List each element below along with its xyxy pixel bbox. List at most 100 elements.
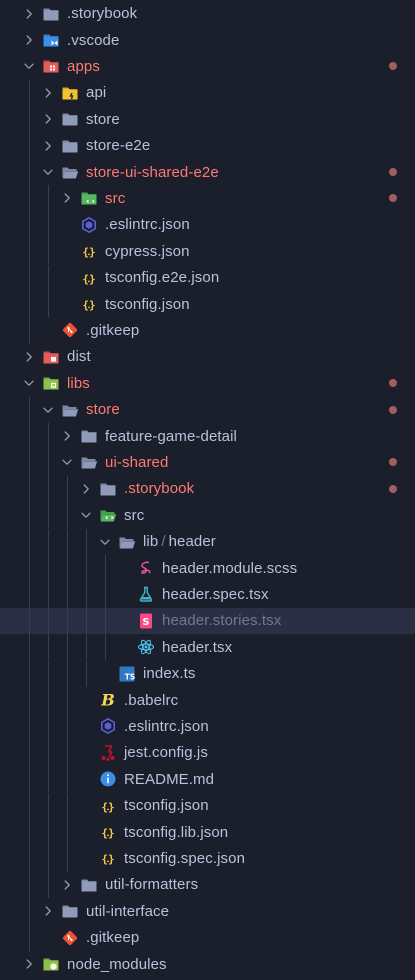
chevron-right-icon[interactable]: [60, 429, 74, 443]
indent-guide: [48, 238, 49, 265]
folder-row-src[interactable]: src: [0, 502, 415, 529]
json-icon: {}: [99, 849, 117, 867]
indent-guide: [86, 634, 87, 661]
indent-guide: [105, 634, 106, 661]
folder-row-src[interactable]: src: [0, 185, 415, 212]
file-row-gitkeep[interactable]: .gitkeep: [0, 317, 415, 344]
chevron-down-icon[interactable]: [22, 59, 36, 73]
indent-guide: [29, 660, 30, 687]
file-row-tsconfig-lib-json[interactable]: {} tsconfig.lib.json: [0, 818, 415, 846]
indent-guide: [48, 766, 49, 793]
folder-row-util-formatters[interactable]: util-formatters: [0, 871, 415, 899]
chevron-right-icon[interactable]: [41, 86, 55, 100]
file-row-babelrc[interactable]: B .babelrc: [0, 686, 415, 714]
folder-row-store[interactable]: store: [0, 396, 415, 423]
chevron-down-icon[interactable]: [60, 455, 74, 469]
folder-row-api[interactable]: api: [0, 79, 415, 107]
folder-vscode-icon: [42, 31, 60, 49]
chevron-down-icon[interactable]: [79, 508, 93, 522]
indent-guide: [29, 238, 30, 265]
file-row-header-stories-tsx[interactable]: Sheader.stories.tsx: [0, 607, 415, 635]
chevron-right-icon[interactable]: [79, 482, 93, 496]
json-icon: {}: [80, 295, 98, 313]
info-icon: [99, 770, 117, 788]
folder-row-store-e2e[interactable]: store-e2e: [0, 132, 415, 159]
indent-guide: [67, 792, 68, 819]
file-row-header-spec-tsx[interactable]: header.spec.tsx: [0, 581, 415, 608]
file-row-header-module-scss[interactable]: header.module.scss: [0, 554, 415, 582]
folder-label: store: [86, 110, 120, 128]
folder-row-ui-shared[interactable]: ui-shared: [0, 449, 415, 476]
indent-guide: [29, 502, 30, 529]
indent-guide: [29, 317, 30, 344]
file-row-header-tsx[interactable]: header.tsx: [0, 634, 415, 661]
folder-label: store-ui-shared-e2e: [86, 163, 219, 181]
indent-guide: [67, 528, 68, 555]
indent-guide: [29, 845, 30, 872]
chevron-down-icon[interactable]: [41, 165, 55, 179]
indent-guide: [29, 422, 30, 450]
folder-row-apps[interactable]: apps: [0, 53, 415, 79]
folder-label: store-e2e: [86, 137, 151, 155]
folder-row-lib-header[interactable]: lib / header: [0, 528, 415, 555]
folder-row-libs[interactable]: libs: [0, 370, 415, 396]
folder-icon: [80, 427, 98, 445]
file-row-cypress-json[interactable]: {} cypress.json: [0, 238, 415, 265]
folder-row-store-ui-shared-e2e[interactable]: store-ui-shared-e2e: [0, 158, 415, 186]
file-row-tsconfig-json[interactable]: {} tsconfig.json: [0, 290, 415, 318]
indent-guide: [29, 158, 30, 186]
folder-row-node-modules[interactable]: node_modules: [0, 951, 415, 977]
indent-guide: [48, 792, 49, 819]
file-label: README.md: [124, 770, 215, 788]
folder-row-util-interface[interactable]: util-interface: [0, 898, 415, 925]
file-row-readme-md[interactable]: README.md: [0, 766, 415, 793]
svg-text:S: S: [142, 617, 149, 628]
file-row-index-ts[interactable]: TS index.ts: [0, 660, 415, 687]
chevron-right-icon[interactable]: [22, 33, 36, 47]
indent-guide: [67, 818, 68, 846]
file-row-tsconfig-spec-json[interactable]: {} tsconfig.spec.json: [0, 845, 415, 872]
path-separator: /: [161, 533, 166, 551]
chevron-right-icon[interactable]: [22, 957, 36, 971]
folder-row-storybook[interactable]: .storybook: [0, 1, 415, 27]
folder-row-feature-game-detail[interactable]: feature-game-detail: [0, 422, 415, 450]
folder-src-icon: [80, 189, 98, 207]
file-row-eslintrc-json[interactable]: .eslintrc.json: [0, 211, 415, 239]
file-explorer-tree: .storybook .vscode apps api store store-e2e st…: [0, 0, 415, 980]
chevron-down-icon[interactable]: [22, 376, 36, 390]
chevron-down-icon[interactable]: [41, 403, 55, 417]
indent-guide: [67, 502, 68, 529]
chevron-right-icon[interactable]: [60, 878, 74, 892]
file-row-jest-config-js[interactable]: jest.config.js: [0, 739, 415, 767]
folder-label: node_modules: [67, 955, 167, 973]
indent-guide: [67, 845, 68, 872]
folder-row-store[interactable]: store: [0, 106, 415, 133]
chevron-right-icon[interactable]: [22, 7, 36, 21]
chevron-right-icon[interactable]: [41, 112, 55, 126]
indent-guide: [48, 634, 49, 661]
chevron-down-icon[interactable]: [98, 535, 112, 549]
folder-row-vscode[interactable]: .vscode: [0, 27, 415, 53]
indent-guide: [48, 607, 49, 635]
file-row-tsconfig-json[interactable]: {} tsconfig.json: [0, 792, 415, 819]
file-row-eslintrc-json[interactable]: .eslintrc.json: [0, 713, 415, 740]
chevron-right-icon[interactable]: [22, 350, 36, 364]
chevron-right-icon[interactable]: [60, 191, 74, 205]
chevron-right-icon[interactable]: [41, 139, 55, 153]
indent-guide: [48, 290, 49, 318]
svg-text:B: B: [100, 691, 115, 709]
svg-text:{}: {}: [101, 853, 114, 866]
indent-guide: [67, 660, 68, 687]
storybook-icon: S: [137, 612, 155, 630]
indent-guide: [48, 264, 49, 291]
indent-guide: [105, 581, 106, 608]
indent-guide: [67, 607, 68, 635]
folder-row-dist[interactable]: dist: [0, 344, 415, 370]
folder-row-storybook[interactable]: .storybook: [0, 475, 415, 503]
indent-guide: [67, 713, 68, 740]
svg-text:{}: {}: [82, 298, 95, 311]
file-row-gitkeep[interactable]: .gitkeep: [0, 924, 415, 951]
file-row-tsconfig-e2e-json[interactable]: {} tsconfig.e2e.json: [0, 264, 415, 291]
chevron-right-icon[interactable]: [41, 904, 55, 918]
folder-label: .vscode: [67, 31, 120, 49]
